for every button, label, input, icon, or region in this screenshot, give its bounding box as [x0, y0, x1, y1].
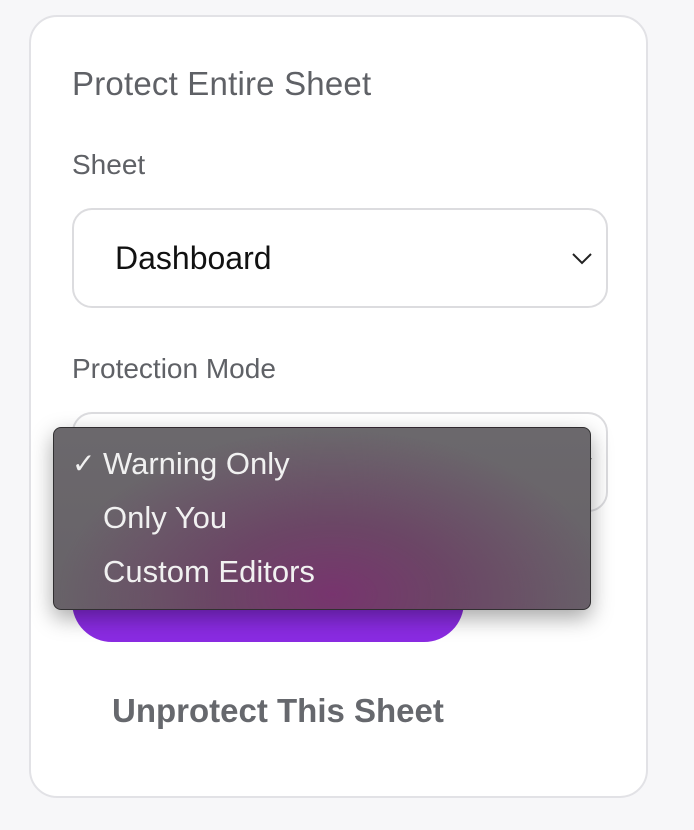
sheet-label: Sheet — [72, 149, 146, 180]
chevron-down-icon — [568, 244, 596, 272]
sheet-select-value: Dashboard — [115, 240, 272, 276]
dropdown-option-custom-editors[interactable]: Custom Editors — [54, 545, 590, 599]
sheet-select[interactable]: Dashboard — [72, 208, 608, 308]
protection-mode-dropdown: ✓ Warning Only Only You Custom Editors — [53, 427, 591, 610]
checkmark-icon: ✓ — [72, 448, 96, 479]
dropdown-option-only-you[interactable]: Only You — [54, 491, 590, 545]
protect-sheet-panel: Protect Entire Sheet Sheet Dashboard Pro… — [29, 15, 648, 798]
dropdown-option-label: Only You — [103, 500, 228, 535]
dropdown-option-warning-only[interactable]: ✓ Warning Only — [54, 437, 590, 491]
unprotect-sheet-button[interactable]: Unprotect This Sheet — [112, 692, 444, 730]
dropdown-option-label: Custom Editors — [103, 554, 315, 589]
dropdown-option-label: Warning Only — [103, 446, 290, 481]
protection-mode-label: Protection Mode — [72, 353, 276, 384]
panel-title: Protect Entire Sheet — [72, 65, 372, 102]
